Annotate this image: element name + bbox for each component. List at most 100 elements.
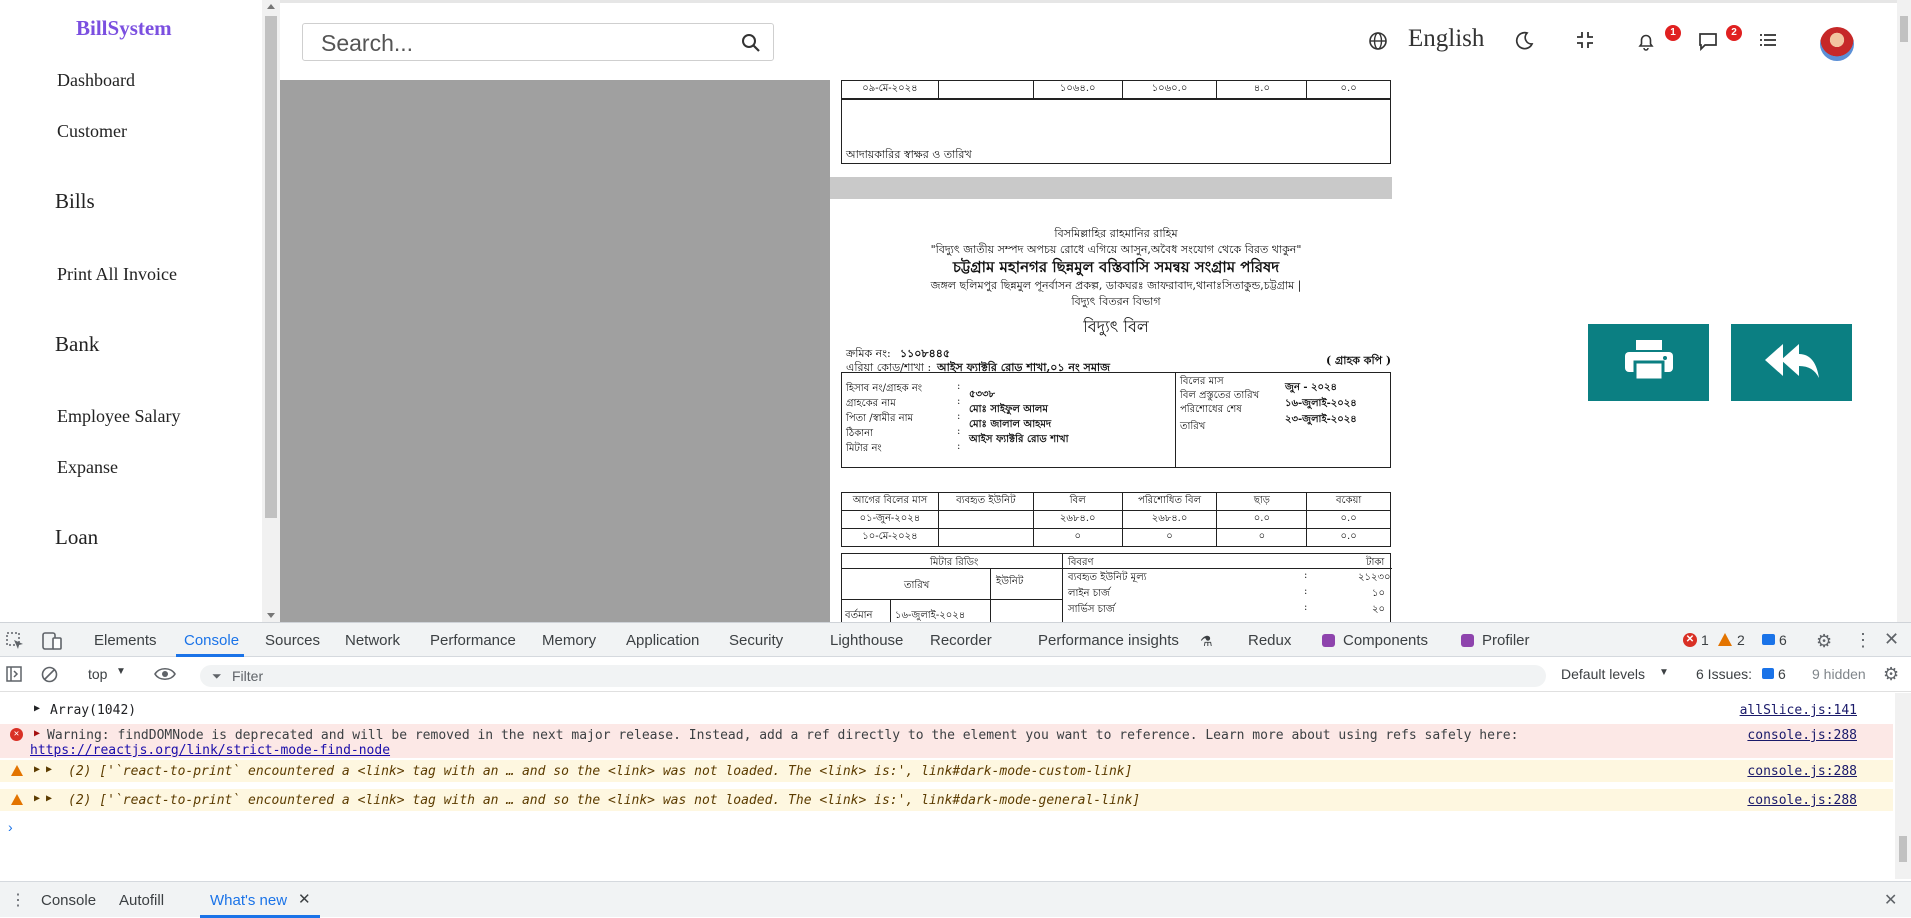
tab-lighthouse[interactable]: Lighthouse [830,632,903,649]
console-message-text[interactable]: (2) ['`react-to-print` encountered a <li… [68,764,1132,779]
context-selector[interactable]: top [88,666,107,682]
console-message-text[interactable]: (2) ['`react-to-print` encountered a <li… [68,793,1140,808]
search-icon[interactable] [741,33,761,58]
divider [1062,568,1392,569]
console-scroll-thumb[interactable] [1899,836,1907,862]
divider [890,599,891,622]
page-scrollbar[interactable] [1897,0,1911,622]
sidebar-item-expanse[interactable]: Expanse [57,457,118,478]
sidebar-item-customer[interactable]: Customer [57,121,127,142]
tab-memory[interactable]: Memory [542,632,596,649]
close-drawer-icon[interactable]: ✕ [1884,890,1897,910]
filter-input[interactable]: ⏷ Filter [200,665,1546,687]
inspect-icon[interactable] [6,632,24,655]
drawer-tab-autofill[interactable]: Autofill [119,892,164,909]
tab-performance[interactable]: Performance [430,632,516,649]
list-icon[interactable] [1759,31,1777,54]
scroll-up-arrow[interactable] [267,4,275,9]
tab-sources[interactable]: Sources [265,632,320,649]
tab-security[interactable]: Security [729,632,783,649]
tab-console[interactable]: Console [184,632,239,649]
tab-components[interactable]: Components [1343,632,1428,649]
expand-arrow-icon[interactable]: ▶ [34,728,40,739]
page-scroll-thumb[interactable] [1900,16,1908,42]
warning-icon [11,794,23,805]
print-button[interactable] [1588,324,1709,401]
back-button[interactable] [1731,324,1852,401]
tab-performance-insights[interactable]: Performance insights [1038,632,1179,649]
console-source-link[interactable]: allSlice.js:141 [1740,703,1857,718]
tab-network[interactable]: Network [345,632,400,649]
tab-redux[interactable]: Redux [1248,632,1291,649]
search-input[interactable]: Search... [321,30,413,57]
sidebar-item-bank[interactable]: Bank [55,332,99,357]
globe-icon[interactable] [1368,31,1388,56]
drawer-tab-console[interactable]: Console [41,892,96,909]
console-message-text[interactable]: Array(1042) [50,703,136,718]
brand-logo[interactable]: BillSystem [76,16,172,41]
error-icon: ✕ [10,728,23,741]
scroll-down-arrow[interactable] [267,613,275,618]
close-icon[interactable]: ✕ [1884,629,1899,650]
sidebar-item-bills[interactable]: Bills [55,189,95,214]
sidebar-item-employee-salary[interactable]: Employee Salary [57,406,180,427]
log-levels-dropdown[interactable]: Default levels [1561,666,1645,682]
sidebar-item-dashboard[interactable]: Dashboard [57,70,135,91]
eye-icon[interactable] [154,666,176,687]
error-count[interactable]: 1 [1701,632,1709,648]
expand-arrow-icon[interactable]: ▶ ▶ [34,764,52,775]
search-box[interactable]: Search... [302,23,774,61]
expand-arrow-icon[interactable]: ▶ ▶ [34,793,52,804]
table-cell: ১০৬৪.০ [1032,80,1123,99]
sidebar-toggle-icon[interactable] [6,666,22,687]
avatar[interactable] [1820,27,1854,61]
colon: : [957,411,961,422]
active-tab-indicator [176,654,244,657]
more-vert-icon[interactable]: ⋮ [1854,630,1872,651]
bill-history-table: আগের বিলের মাস ব্যবহৃত ইউনিট বিল পরিশোধি… [841,492,1391,547]
table-cell: ০ [1216,528,1308,547]
bell-icon[interactable] [1636,31,1656,56]
console-prompt[interactable]: › [8,819,13,835]
console-source-link[interactable]: console.js:288 [1747,764,1857,779]
table-cell [937,80,1034,99]
hidden-count: 9 hidden [1812,666,1866,682]
close-tab-icon[interactable]: ✕ [298,890,311,908]
tab-profiler[interactable]: Profiler [1482,632,1530,649]
console-link[interactable]: https://reactjs.org/link/strict-mode-fin… [30,743,390,758]
react-icon [1322,634,1335,647]
drawer-tab-whats-new[interactable]: What's new [210,892,287,909]
language-selector[interactable]: English [1408,25,1484,53]
gear-icon[interactable]: ⚙ [1816,631,1832,652]
drawer-menu-icon[interactable]: ⋮ [10,890,26,910]
issues-label[interactable]: 6 Issues: [1696,666,1752,682]
clear-console-icon[interactable] [41,666,58,688]
chat-icon[interactable] [1698,31,1718,56]
previous-history-table: ০৯-মে-২০২৪ ১০৬৪.০ ১০৬০.০ ৪.০ ০.০ [841,80,1391,99]
sidebar-item-print-all-invoice[interactable]: Print All Invoice [57,264,177,285]
console-settings-icon[interactable]: ⚙ [1883,664,1899,685]
scroll-thumb[interactable] [265,16,277,518]
warning-count[interactable]: 2 [1737,632,1745,648]
console-scrollbar[interactable] [1895,693,1911,879]
error-icon: ✕ [1683,633,1697,647]
table-cell: ০.০ [1306,80,1391,99]
console-source-link[interactable]: console.js:288 [1747,728,1857,743]
tab-recorder[interactable]: Recorder [930,632,992,649]
info-count[interactable]: 6 [1779,632,1787,648]
compress-icon[interactable] [1576,31,1594,54]
device-toggle-icon[interactable] [42,632,62,655]
table-row: ১০-মে-২০২৪ ০ ০ ০ ০.০ [841,528,1391,547]
table-cell: ০ [1121,528,1218,547]
moon-icon[interactable] [1514,31,1534,56]
console-source-link[interactable]: console.js:288 [1747,793,1857,808]
sidebar-item-loan[interactable]: Loan [55,525,98,550]
expand-arrow-icon[interactable]: ▶ [34,703,40,714]
tab-elements[interactable]: Elements [94,632,157,649]
charge-value: ১০ [1372,588,1385,599]
console-message-text[interactable]: Warning: findDOMNode is deprecated and w… [47,728,1518,743]
top-bar: Search... English 1 2 [280,0,1897,80]
tab-application[interactable]: Application [626,632,699,649]
issues-count[interactable]: 6 [1778,666,1786,682]
sidebar-scrollbar[interactable] [262,0,280,622]
